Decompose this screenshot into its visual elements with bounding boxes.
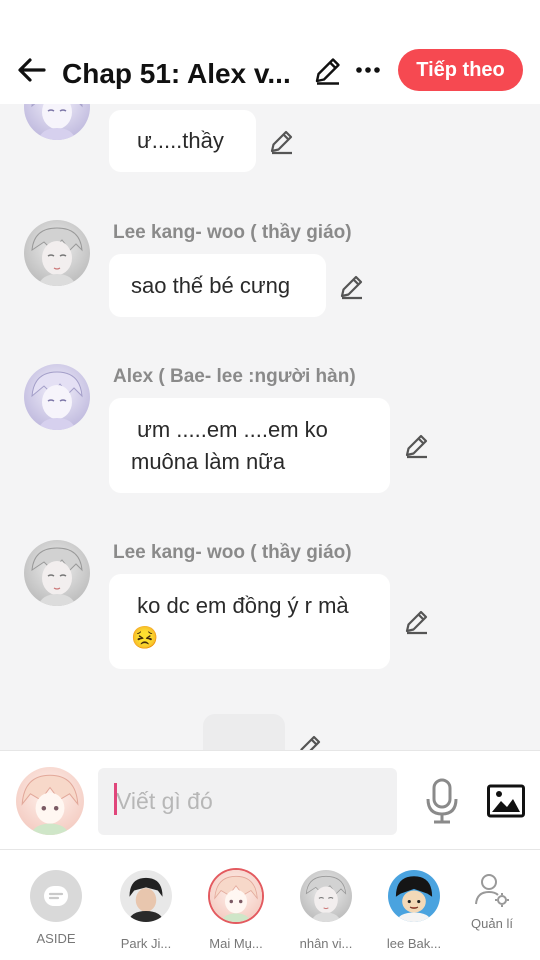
manage-label: Quản lí <box>471 916 513 931</box>
message-input[interactable] <box>98 768 397 835</box>
alex-avatar[interactable] <box>24 104 90 140</box>
character-label: Park Ji... <box>120 936 172 951</box>
avatar <box>120 870 172 922</box>
character-mai[interactable]: Mai Mụ... <box>194 870 278 951</box>
current-character-avatar[interactable] <box>16 767 84 835</box>
manage-characters-button[interactable]: Quản lí <box>456 870 528 931</box>
edit-message-pencil-icon[interactable] <box>268 127 296 155</box>
chat-area[interactable]: ư.....thầy Lee kang- woo ( thầy giáo) sa… <box>0 104 540 750</box>
app-header: Chap 51: Alex v... Tiếp theo <box>0 0 540 104</box>
lee-kang-woo-avatar[interactable] <box>24 540 90 606</box>
character-label: nhân vi... <box>299 936 353 951</box>
aside-icon <box>30 870 82 922</box>
back-arrow-icon[interactable] <box>14 52 50 88</box>
message-bubble[interactable]: ko dc em đồng ý r mà 😣 <box>109 574 390 669</box>
message-text: ưm .....em ....em ko <box>131 417 328 442</box>
message-bubble[interactable]: ưm .....em ....em ko muôna làm nữa <box>109 398 390 493</box>
next-chapter-button[interactable]: Tiếp theo <box>398 49 523 91</box>
character-aside[interactable]: ASIDE <box>14 870 98 946</box>
persevering-face-emoji: 😣 <box>131 625 159 650</box>
character-label: Mai Mụ... <box>209 936 263 951</box>
edit-message-pencil-icon[interactable] <box>403 607 431 635</box>
lee-kang-woo-avatar[interactable] <box>24 220 90 286</box>
character-bar: ASIDE Park Ji... Mai Mụ... nhân vi... le… <box>0 850 540 960</box>
image-icon[interactable] <box>486 781 526 821</box>
message-text: ư.....thầy <box>137 128 224 153</box>
avatar <box>300 870 352 922</box>
text-cursor <box>114 783 117 815</box>
microphone-icon[interactable] <box>422 777 462 825</box>
edit-message-pencil-icon[interactable] <box>403 431 431 459</box>
character-label: ASIDE <box>36 931 76 946</box>
character-lee-bak[interactable]: lee Bak... <box>372 870 456 951</box>
alex-avatar[interactable] <box>24 364 90 430</box>
character-label: lee Bak... <box>386 936 442 951</box>
sender-name: Lee kang- woo ( thầy giáo) <box>113 542 352 563</box>
message-composer <box>0 750 540 850</box>
avatar <box>210 870 262 922</box>
message-text: ko dc em đồng ý r mà <box>131 593 349 618</box>
sender-name: Alex ( Bae- lee :người hàn) <box>113 366 356 387</box>
message-text: muôna làm nữa <box>131 449 286 474</box>
edit-message-pencil-icon[interactable] <box>296 732 324 750</box>
message-bubble[interactable]: ư.....thầy <box>109 110 256 172</box>
character-nhan-vien[interactable]: nhân vi... <box>284 870 368 951</box>
message-text: sao thế bé cưng <box>131 273 291 298</box>
message-bubble[interactable] <box>203 714 285 750</box>
edit-message-pencil-icon[interactable] <box>338 272 366 300</box>
chapter-title[interactable]: Chap 51: Alex v... <box>62 56 308 92</box>
avatar <box>388 870 440 922</box>
manage-user-icon <box>475 874 509 907</box>
more-options-icon[interactable] <box>352 54 384 86</box>
character-park[interactable]: Park Ji... <box>104 870 188 951</box>
edit-title-pencil-icon[interactable] <box>312 54 344 86</box>
sender-name: Lee kang- woo ( thầy giáo) <box>113 222 352 243</box>
message-bubble[interactable]: sao thế bé cưng <box>109 254 326 317</box>
